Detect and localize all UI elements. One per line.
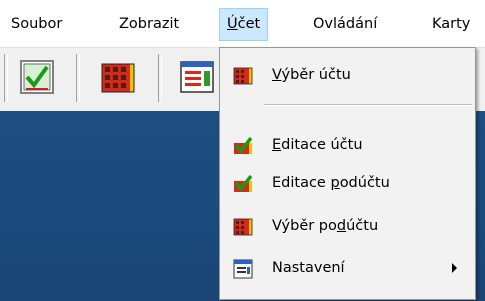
menu-zobrazit[interactable]: Zobrazit [112,9,186,40]
menu-ovladani[interactable]: Ovládání [306,9,384,40]
menu-item-editace-uctu[interactable]: Editace účtu [222,126,473,164]
menu-separator [264,104,472,106]
window-list-icon [180,61,214,93]
toolbar-button-list[interactable] [176,56,218,98]
red-grid-icon [233,67,253,85]
edit-check-icon [234,136,253,154]
toolbar-button-grid[interactable] [96,56,138,98]
menu-bar: Soubor Zobrazit Účet Ovládání Karty [0,0,485,47]
toolbar-separator [4,54,8,102]
menu-karty[interactable]: Karty [425,9,477,40]
settings-window-icon [233,259,253,279]
menu-item-vyber-poductu[interactable]: Výběr podúčtu [222,207,473,245]
submenu-arrow-icon [452,263,457,273]
menu-ucet[interactable]: Účet [219,8,269,41]
green-check-window-icon [20,60,54,94]
toolbar-separator [76,54,80,102]
toolbar-button-check[interactable] [16,56,58,98]
edit-check-icon [234,174,253,192]
ucet-dropdown-menu: Výběr účtu Editace účtu Editace podúčtu … [219,47,476,300]
menu-item-editace-poductu[interactable]: Editace podúčtu [222,164,473,202]
menu-item-nastaveni[interactable]: Nastavení [222,249,473,287]
menu-soubor[interactable]: Soubor [4,9,69,40]
toolbar-separator [158,54,162,102]
red-grid-icon [233,218,253,236]
menu-item-vyber-uctu[interactable]: Výběr účtu [222,56,473,94]
red-grid-icon [101,63,135,93]
